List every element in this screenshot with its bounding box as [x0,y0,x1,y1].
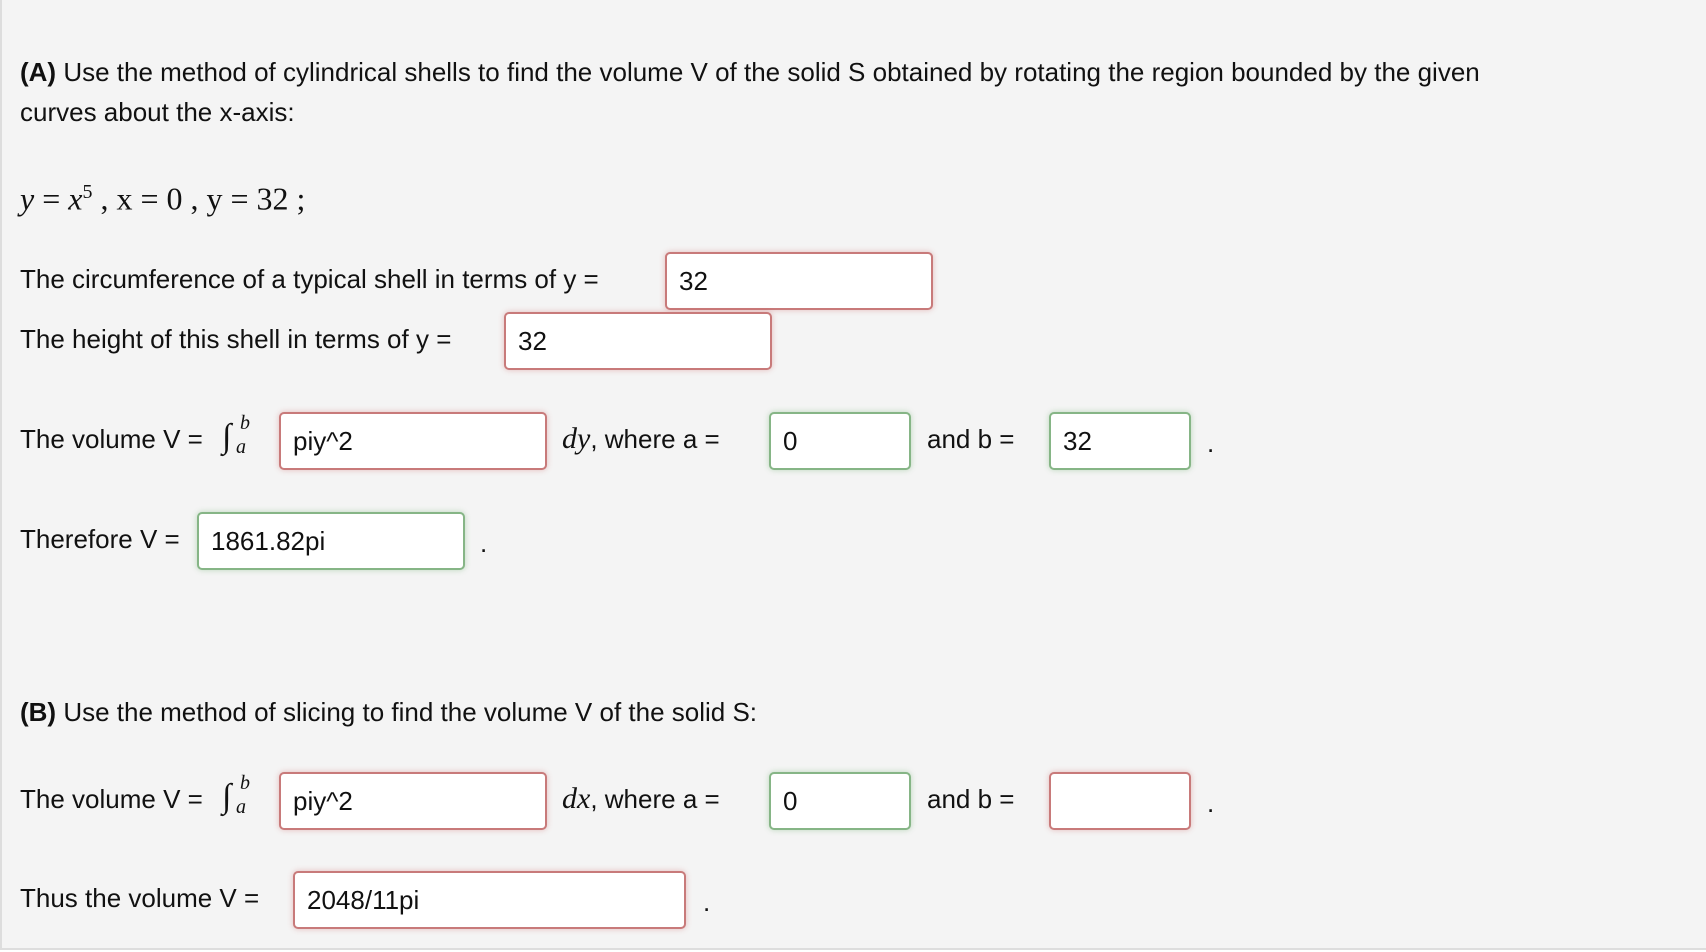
integrand-input-b[interactable]: piy^2 [279,772,547,830]
period: . [480,528,488,558]
and-b-label-b: and b = [927,784,1015,814]
upper-limit-input-b[interactable] [1049,772,1191,830]
height-label: The height of this shell in terms of y = [20,324,452,354]
lower-limit-input-a[interactable]: 0 [769,412,911,470]
thus-label: Thus the volume V = [20,883,260,913]
circumference-input[interactable]: 32 [665,252,933,310]
period: . [1207,788,1215,818]
therefore-input[interactable]: 1861.82pi [197,512,465,570]
where-a-label-b: dx, where a = [562,782,720,815]
period: . [703,887,711,917]
therefore-label: Therefore V = [20,524,180,554]
height-input[interactable]: 32 [504,312,772,370]
part-b-intro: (B) Use the method of slicing to find th… [20,697,758,727]
and-b-label-a: and b = [927,424,1015,454]
volume-label-a: The volume V = [20,424,203,454]
part-a-intro-2: curves about the x-axis: [20,97,295,127]
volume-label-b: The volume V = [20,784,203,814]
integrand-input-a[interactable]: piy^2 [279,412,547,470]
upper-limit-input-a[interactable]: 32 [1049,412,1191,470]
circumference-label: The circumference of a typical shell in … [20,264,599,294]
part-a-intro: (A) Use the method of cylindrical shells… [20,57,1480,87]
period: . [1207,428,1215,458]
equation: y = x5 , x = 0 , y = 32 ; [20,180,306,217]
where-a-label-a: dy, where a = [562,422,720,455]
thus-input[interactable]: 2048/11pi [293,871,686,929]
lower-limit-input-b[interactable]: 0 [769,772,911,830]
